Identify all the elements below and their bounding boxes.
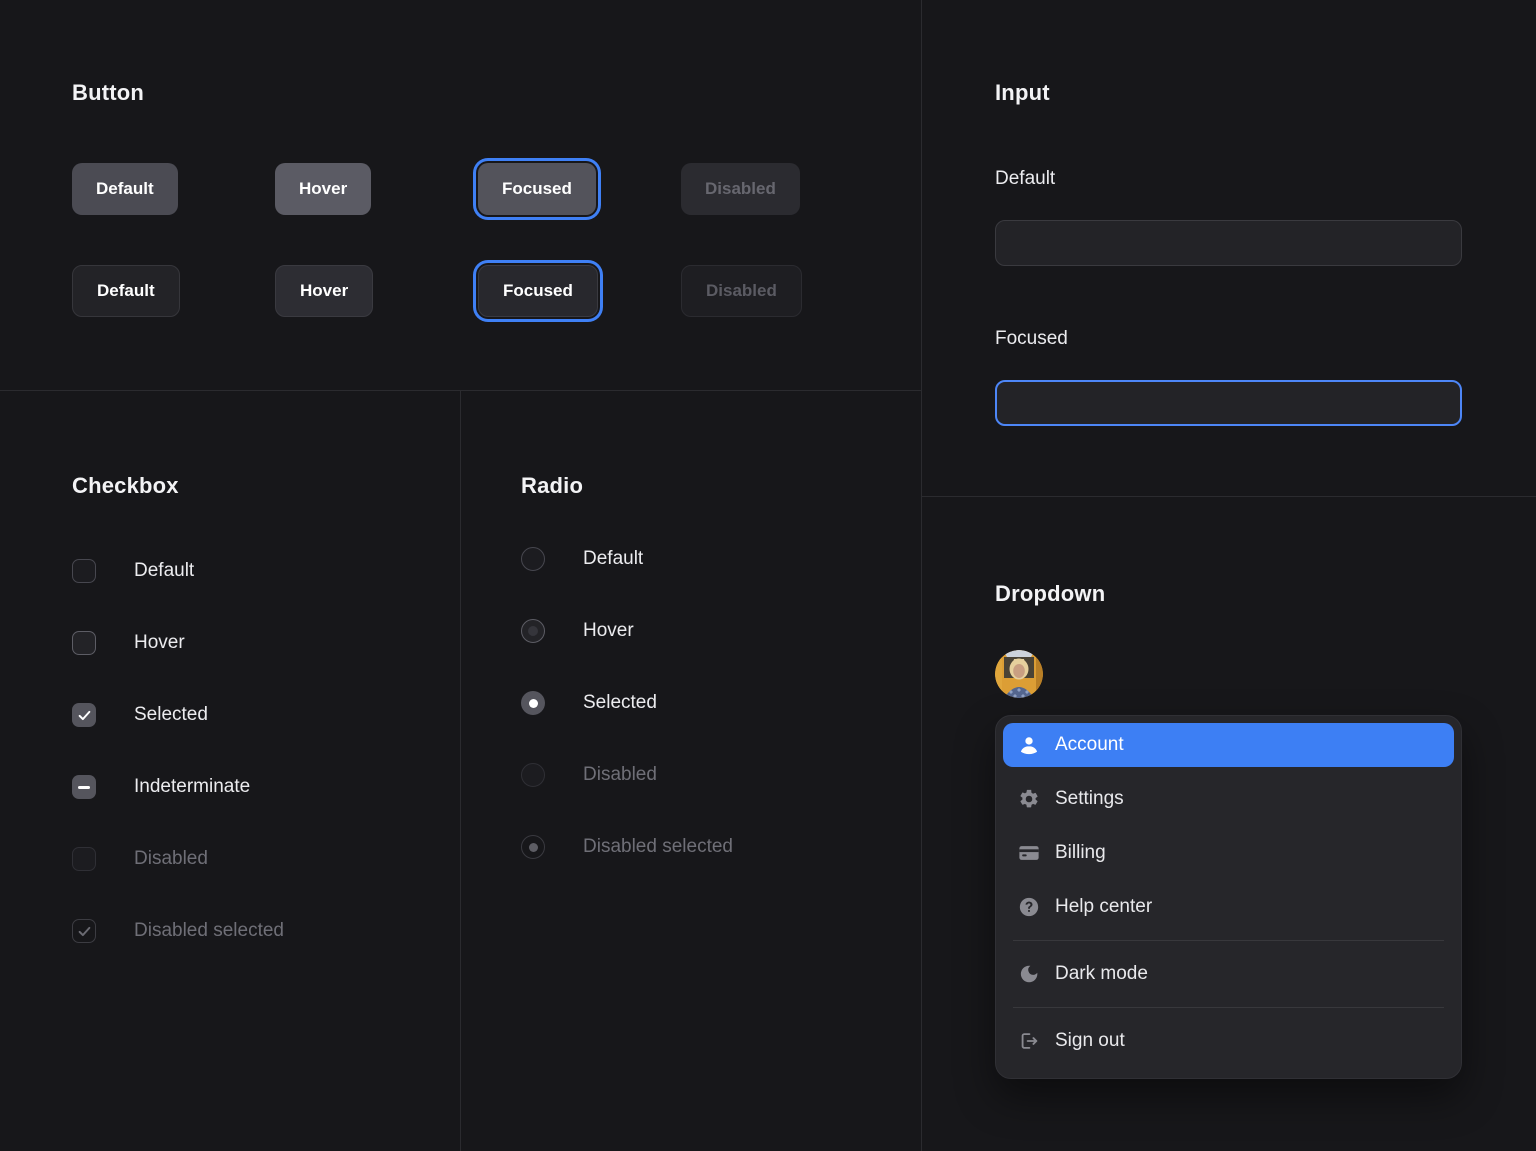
menu-item-label: Settings bbox=[1055, 788, 1124, 810]
checkbox-row-default: Default bbox=[72, 559, 460, 583]
button-rows: Default Hover Focused Disabled Default H… bbox=[72, 163, 921, 317]
radio-row-hover: Hover bbox=[521, 619, 921, 643]
menu-item-label: Account bbox=[1055, 734, 1124, 756]
menu-item-label: Dark mode bbox=[1055, 963, 1148, 985]
checkbox-disabled-selected bbox=[72, 919, 96, 943]
radio-hover-label: Hover bbox=[583, 620, 634, 642]
input-section: Input Default Focused bbox=[922, 0, 1536, 497]
checkbox-selected[interactable] bbox=[72, 703, 96, 727]
checkbox-hover-label: Hover bbox=[134, 632, 185, 654]
checkbox-section: Checkbox Default Hover Selected In bbox=[0, 391, 461, 1151]
button-row-ghost: Default Hover Focused Disabled bbox=[72, 265, 921, 317]
button-ghost-default[interactable]: Default bbox=[72, 265, 180, 317]
checkbox-default-label: Default bbox=[134, 560, 194, 582]
menu-item-dark-mode[interactable]: Dark mode bbox=[1003, 947, 1454, 1001]
button-ghost-focused[interactable]: Focused bbox=[478, 265, 598, 317]
radio-dot-icon bbox=[529, 699, 538, 708]
indeterminate-dash-icon bbox=[78, 786, 90, 789]
input-default-field[interactable] bbox=[995, 220, 1462, 266]
checkbox-default[interactable] bbox=[72, 559, 96, 583]
input-focused-label: Focused bbox=[995, 328, 1536, 350]
moon-icon bbox=[1018, 963, 1040, 985]
dropdown-section-title: Dropdown bbox=[995, 581, 1536, 607]
checkbox-hover[interactable] bbox=[72, 631, 96, 655]
button-section-title: Button bbox=[72, 80, 921, 106]
avatar-photo bbox=[995, 650, 1043, 698]
radio-disabled bbox=[521, 763, 545, 787]
radio-dot-icon bbox=[528, 626, 538, 636]
button-primary-focused[interactable]: Focused bbox=[478, 163, 596, 215]
menu-divider bbox=[1013, 1007, 1444, 1008]
radio-default-label: Default bbox=[583, 548, 643, 570]
menu-item-sign-out[interactable]: Sign out bbox=[1003, 1014, 1454, 1068]
button-ghost-hover[interactable]: Hover bbox=[275, 265, 373, 317]
dropdown-section: Dropdown bbox=[922, 497, 1536, 1151]
radio-disabled-label: Disabled bbox=[583, 764, 657, 786]
menu-item-help-center[interactable]: Help center bbox=[1003, 880, 1454, 934]
button-row-primary: Default Hover Focused Disabled bbox=[72, 163, 921, 215]
checkbox-section-title: Checkbox bbox=[72, 473, 460, 499]
check-icon bbox=[77, 924, 92, 939]
radio-row-disabled-selected: Disabled selected bbox=[521, 835, 921, 859]
radio-hover[interactable] bbox=[521, 619, 545, 643]
button-primary-hover[interactable]: Hover bbox=[275, 163, 371, 215]
user-avatar[interactable] bbox=[995, 650, 1043, 698]
button-primary-disabled[interactable]: Disabled bbox=[681, 163, 800, 215]
radio-disabled-selected-label: Disabled selected bbox=[583, 836, 733, 858]
component-showcase-page: Button Default Hover Focused Disabled De… bbox=[0, 0, 1536, 1151]
menu-divider bbox=[1013, 940, 1444, 941]
menu-item-billing[interactable]: Billing bbox=[1003, 826, 1454, 880]
check-icon bbox=[77, 708, 92, 723]
menu-item-label: Sign out bbox=[1055, 1030, 1125, 1052]
sign-out-icon bbox=[1018, 1030, 1040, 1052]
radio-list: Default Hover Selected Disabled Disabled… bbox=[521, 547, 921, 859]
checkbox-indeterminate[interactable] bbox=[72, 775, 96, 799]
checkbox-disabled-label: Disabled bbox=[134, 848, 208, 870]
checkbox-row-selected: Selected bbox=[72, 703, 460, 727]
radio-selected-label: Selected bbox=[583, 692, 657, 714]
radio-row-default: Default bbox=[521, 547, 921, 571]
menu-item-account[interactable]: Account bbox=[1003, 723, 1454, 767]
checkbox-row-hover: Hover bbox=[72, 631, 460, 655]
checkbox-indeterminate-label: Indeterminate bbox=[134, 776, 250, 798]
input-section-title: Input bbox=[995, 80, 1536, 106]
radio-row-disabled: Disabled bbox=[521, 763, 921, 787]
input-default-label: Default bbox=[995, 168, 1536, 190]
radio-section-title: Radio bbox=[521, 473, 921, 499]
radio-disabled-selected bbox=[521, 835, 545, 859]
button-ghost-disabled[interactable]: Disabled bbox=[681, 265, 802, 317]
radio-selected[interactable] bbox=[521, 691, 545, 715]
checkbox-list: Default Hover Selected Indeterminate bbox=[72, 559, 460, 943]
radio-default[interactable] bbox=[521, 547, 545, 571]
checkbox-selected-label: Selected bbox=[134, 704, 208, 726]
help-icon bbox=[1018, 896, 1040, 918]
gear-icon bbox=[1018, 788, 1040, 810]
user-icon bbox=[1018, 734, 1040, 756]
checkbox-row-disabled: Disabled bbox=[72, 847, 460, 871]
menu-item-label: Help center bbox=[1055, 896, 1152, 918]
radio-row-selected: Selected bbox=[521, 691, 921, 715]
checkbox-row-disabled-selected: Disabled selected bbox=[72, 919, 460, 943]
input-focused-field[interactable] bbox=[995, 380, 1462, 426]
button-primary-default[interactable]: Default bbox=[72, 163, 178, 215]
checkbox-disabled bbox=[72, 847, 96, 871]
menu-item-settings[interactable]: Settings bbox=[1003, 772, 1454, 826]
menu-item-label: Billing bbox=[1055, 842, 1106, 864]
radio-section: Radio Default Hover Selected Disabled Di… bbox=[461, 391, 922, 1151]
checkbox-disabled-selected-label: Disabled selected bbox=[134, 920, 284, 942]
dropdown-menu: Account Settings Billing Help center bbox=[995, 715, 1462, 1079]
checkbox-row-indeterminate: Indeterminate bbox=[72, 775, 460, 799]
credit-card-icon bbox=[1018, 842, 1040, 864]
radio-dot-icon bbox=[529, 843, 538, 852]
button-section: Button Default Hover Focused Disabled De… bbox=[0, 0, 922, 391]
